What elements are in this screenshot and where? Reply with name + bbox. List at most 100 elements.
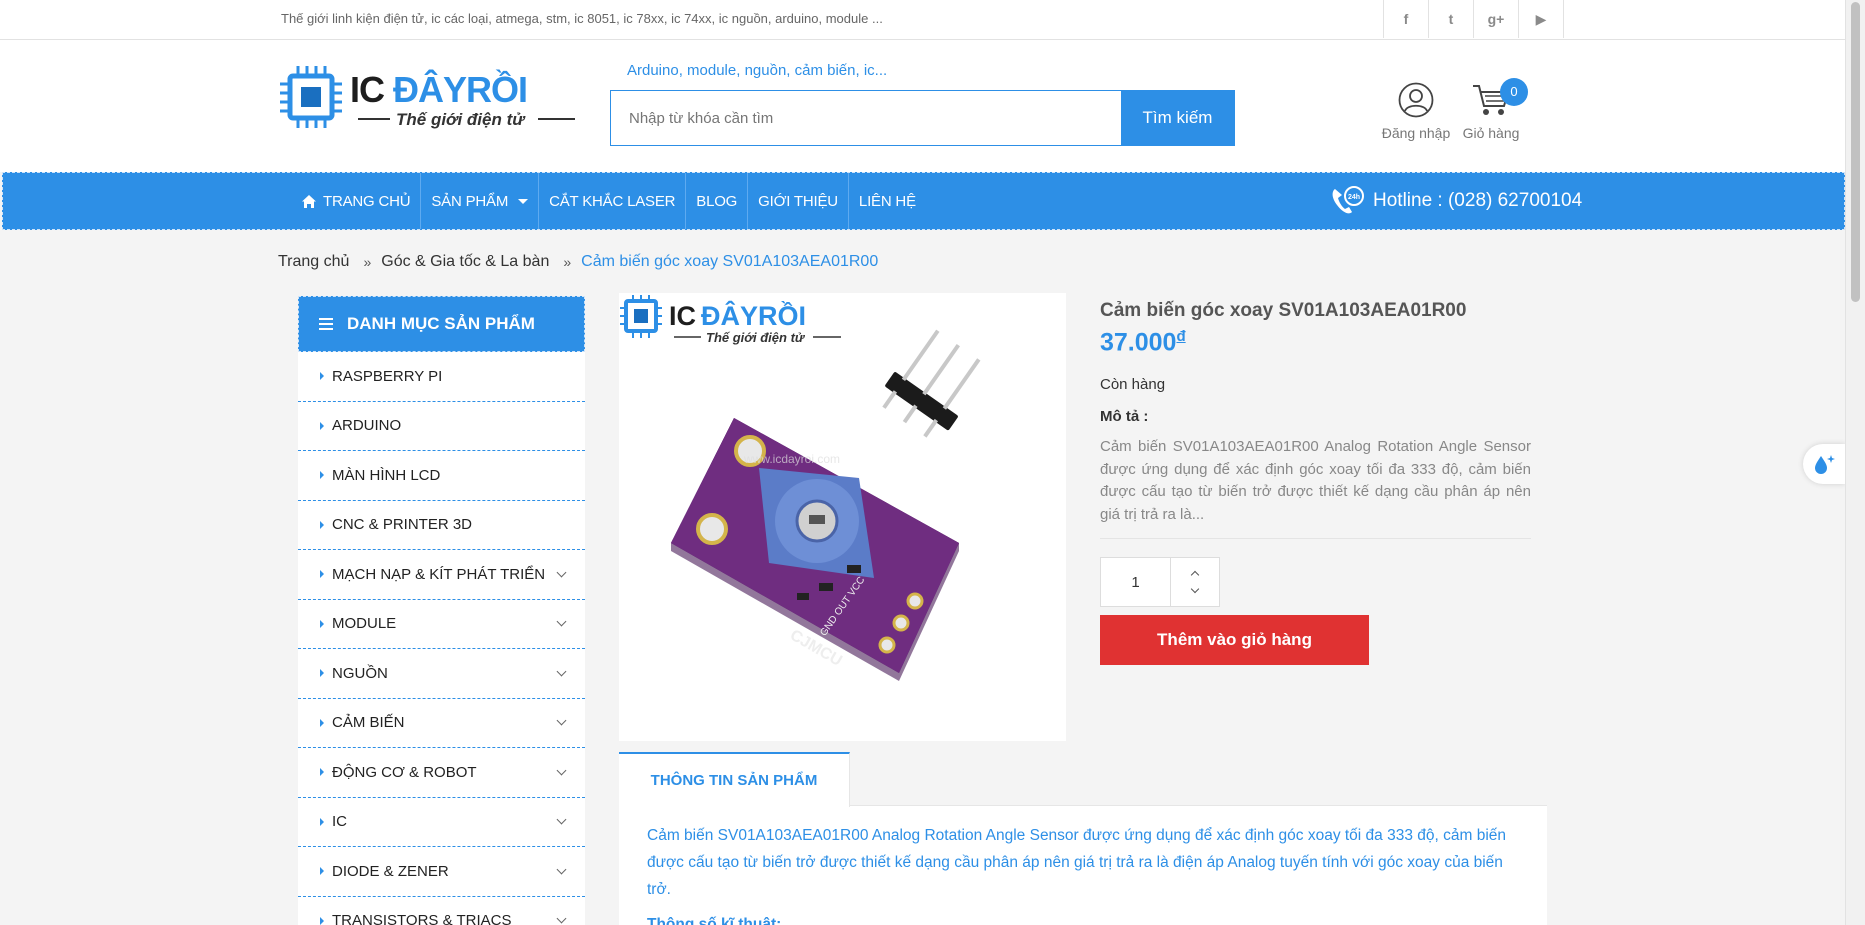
user-icon [1398,82,1434,118]
sidebar-item[interactable]: MÀN HÌNH LCD [298,451,585,501]
search-hint: Arduino, module, nguồn, cảm biến, ic... [627,62,888,79]
category-sidebar: DANH MỤC SẢN PHẨM RASPBERRY PI ARDUINO MÀN… [298,296,585,925]
breadcrumb-category[interactable]: Góc & Gia tốc & La bàn [381,253,549,271]
chevron-down-icon[interactable] [556,765,567,776]
spec-heading: Thông số kĩ thuật: [647,916,782,925]
sidebar-item[interactable]: RASPBERRY PI [298,352,585,402]
product-image[interactable]: IC ĐÂYRỒI Thế giới điện tử CJMCU GND OUT… [619,293,1066,741]
sidebar-item[interactable]: NGUỒN [298,649,585,699]
sidebar-item-label: CẢM BIẾN [332,714,405,732]
product-title: Cảm biến góc xoay SV01A103AEA01R00 [1100,300,1467,321]
search-bar: Tìm kiếm [610,90,1235,146]
chevron-down-icon[interactable] [1190,584,1200,594]
site-logo[interactable]: IC ĐÂYRỒI Thế giới điện tử [280,66,580,134]
sidebar-item[interactable]: ARDUINO [298,402,585,451]
chip-icon [280,66,342,128]
svg-text:ĐÂYRỒI: ĐÂYRỒI [393,68,527,110]
double-chevron-right-icon: » [563,254,572,270]
droplet-sparkle-icon [1815,455,1835,474]
currency-symbol: đ [1176,328,1186,345]
price-value: 37.000 [1100,328,1177,357]
menu-icon [319,318,333,330]
breadcrumb-home[interactable]: Trang chủ [278,253,349,271]
sidebar-item[interactable]: IC [298,798,585,847]
nav-blog[interactable]: BLOG [686,173,749,229]
sidebar-item-label: TRANSISTORS & TRIACS [332,912,512,925]
page: Thế giới linh kiện điện tử, ic các loại,… [0,0,1865,925]
nav-about[interactable]: GIỚI THIỆU [748,173,849,229]
divider [1100,538,1531,539]
nav-products-label: SẢN PHẨM [431,192,509,210]
sidebar-item[interactable]: CNC & PRINTER 3D [298,501,585,550]
login-link[interactable]: Đăng nhập [1378,82,1454,141]
login-label: Đăng nhập [1381,125,1451,141]
hotline-label: Hotline : (028) 62700104 [1373,190,1583,211]
svg-text:www.icdayroi.com: www.icdayroi.com [743,452,840,466]
breadcrumb: Trang chủ » Góc & Gia tốc & La bàn » Cảm… [278,253,878,271]
caret-right-icon [320,867,324,876]
svg-text:IC: IC [350,69,385,110]
nav-home[interactable]: TRANG CHỦ [291,173,422,229]
youtube-icon[interactable]: ▶ [1519,0,1564,38]
sidebar-item-label: ARDUINO [332,417,402,435]
sidebar-item[interactable]: DIODE & ZENER [298,847,585,897]
chevron-down-icon[interactable] [556,913,567,924]
home-icon [302,194,316,208]
floating-widget-button[interactable] [1803,444,1845,484]
sidebar-item[interactable]: MẠCH NẠP & KÍT PHÁT TRIỂN [298,550,585,600]
chevron-down-icon[interactable] [556,814,567,825]
caret-right-icon [320,817,324,826]
nav-home-label: TRANG CHỦ [323,192,411,210]
chevron-down-icon[interactable] [556,666,567,677]
product-price: 37.000đ [1100,328,1186,357]
search-button[interactable]: Tìm kiếm [1121,91,1234,145]
quantity-stepper [1100,557,1220,607]
search-input[interactable] [611,91,1121,145]
caret-down-icon [518,198,529,204]
main-nav: TRANG CHỦ SẢN PHẨM CẮT KHẮC LASER BLOG G… [2,172,1845,230]
topbar-tagline: Thế giới linh kiện điện tử, ic các loại,… [281,11,883,26]
sidebar-item-label: MÀN HÌNH LCD [332,466,441,484]
category-title: DANH MỤC SẢN PHẨM [347,314,535,333]
nav-laser[interactable]: CẮT KHẮC LASER [539,173,687,229]
tab-product-info[interactable]: THÔNG TIN SẢN PHẨM [619,752,850,807]
sidebar-item[interactable]: TRANSISTORS & TRIACS [298,897,585,925]
twitter-icon[interactable]: t [1429,0,1474,38]
svg-text:24h: 24h [1348,194,1360,201]
caret-right-icon [320,916,324,925]
caret-right-icon [320,718,324,727]
add-to-cart-button[interactable]: Thêm vào giỏ hàng [1100,615,1369,665]
google-plus-icon[interactable]: g+ [1474,0,1519,38]
hotline[interactable]: 24h Hotline : (028) 62700104 [1329,185,1582,217]
sidebar-item-left: NGUỒN [320,665,388,682]
chevron-down-icon[interactable] [556,616,567,627]
facebook-icon[interactable]: f [1384,0,1429,38]
phone-24h-icon: 24h [1332,186,1364,214]
sidebar-item[interactable]: ĐỘNG CƠ & ROBOT [298,748,585,798]
sidebar-item-label: RASPBERRY PI [332,367,443,385]
chevron-up-icon[interactable] [1190,570,1200,580]
quantity-input[interactable] [1101,558,1171,606]
chevron-down-icon[interactable] [556,567,567,578]
nav-contact[interactable]: LIÊN HỆ [849,173,926,229]
sidebar-item-label: NGUỒN [332,664,388,682]
sidebar-item-left: IC [320,813,347,830]
caret-right-icon [320,372,324,381]
chevron-down-icon[interactable] [556,715,567,726]
nav-items: TRANG CHỦ SẢN PHẨM CẮT KHẮC LASER BLOG G… [291,173,926,229]
scrollbar[interactable] [1845,0,1865,925]
scrollbar-thumb[interactable] [1851,2,1860,302]
sidebar-item-left: ARDUINO [320,417,401,434]
sidebar-item[interactable]: MODULE [298,600,585,649]
double-chevron-right-icon: » [363,254,372,270]
breadcrumb-current: Cảm biến góc xoay SV01A103AEA01R00 [581,253,879,270]
sidebar-item-left: TRANSISTORS & TRIACS [320,912,511,925]
sidebar-item-label: IC [332,813,347,831]
svg-text:Thế giới điện tử: Thế giới điện tử [396,110,526,129]
category-header[interactable]: DANH MỤC SẢN PHẨM [298,296,585,352]
sidebar-item-left: MÀN HÌNH LCD [320,467,440,484]
sidebar-item[interactable]: CẢM BIẾN [298,699,585,748]
nav-products[interactable]: SẢN PHẨM [421,173,540,229]
svg-text:ĐÂYRỒI: ĐÂYRỒI [701,300,806,331]
chevron-down-icon[interactable] [556,864,567,875]
